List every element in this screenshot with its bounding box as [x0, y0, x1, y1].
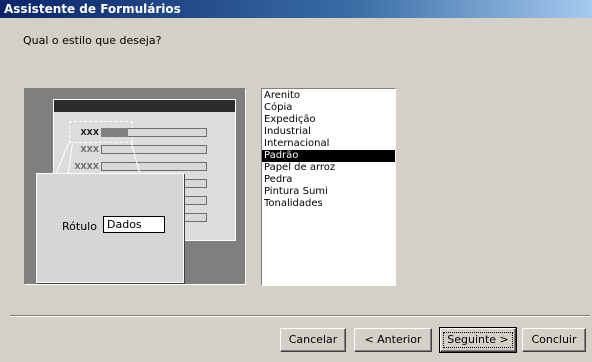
title-bar: Assistente de Formulários — [0, 0, 592, 18]
style-list-item[interactable]: Industrial — [262, 126, 395, 138]
back-button[interactable]: < Anterior — [354, 328, 432, 352]
window-title: Assistente de Formulários — [4, 2, 181, 16]
style-list-item[interactable]: Padrão — [262, 150, 395, 162]
style-list[interactable]: Arenito Cópia Expedição Industrial Internaci… — [261, 88, 396, 286]
style-list-item[interactable]: Tonalidades — [262, 198, 395, 210]
style-question: Qual o estilo que deseja? — [23, 34, 162, 47]
cancel-button[interactable]: Cancelar — [280, 328, 346, 352]
preview-row-label: XXX — [80, 145, 99, 154]
preview-form-zoom: Rótulo Dados — [36, 173, 184, 283]
style-list-item[interactable]: Expedição — [262, 114, 395, 126]
separator-highlight — [10, 316, 590, 317]
preview-form-header — [54, 100, 235, 112]
preview-row-fill — [101, 128, 128, 137]
preview-row-label: XXXX — [74, 162, 99, 171]
finish-button[interactable]: Concluir — [522, 328, 586, 352]
style-list-item[interactable]: Pintura Sumi — [262, 186, 395, 198]
style-list-item[interactable]: Internacional — [262, 138, 395, 150]
next-button[interactable]: Seguinte > — [439, 327, 517, 353]
preview-row-field — [101, 162, 207, 171]
style-list-item[interactable]: Papel de arroz — [262, 162, 395, 174]
style-list-item[interactable]: Pedra — [262, 174, 395, 186]
preview-row: XXX — [73, 127, 207, 138]
preview-row-label: XXX — [80, 128, 99, 137]
style-list-item[interactable]: Arenito — [262, 90, 395, 102]
preview-row-field — [101, 145, 207, 154]
preview-field: Dados — [103, 216, 165, 233]
style-list-item[interactable]: Cópia — [262, 102, 395, 114]
preview-row: XXX — [73, 144, 207, 155]
style-preview: XXXXXXXXXXXXXXXXXXX Rótulo Dados — [24, 88, 246, 285]
preview-label: Rótulo — [62, 220, 97, 233]
